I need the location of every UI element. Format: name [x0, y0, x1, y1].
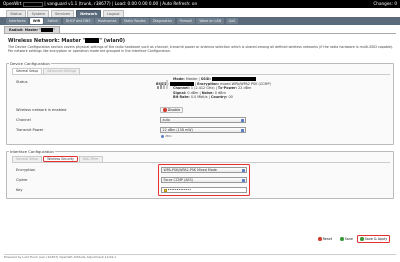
reset-button[interactable]: Reset [316, 236, 334, 242]
iface-config-legend: Interface Configuration [9, 149, 55, 154]
page-title-suffix: " (wlan0) [99, 38, 126, 44]
subtab-hostnames[interactable]: Hostnames [94, 18, 120, 24]
tab-divider [12, 162, 390, 163]
disable-button-label: Disable [167, 108, 181, 112]
device-config-panel [6, 63, 394, 145]
auto-refresh-toggle[interactable]: on [192, 1, 197, 6]
chevron-down-icon [240, 118, 244, 123]
iface-config-tabs: General Setup Wireless Security MAC-Filt… [12, 156, 103, 162]
key-label: Key [16, 188, 23, 192]
subtab-static-routes[interactable]: Static Routes [120, 18, 149, 24]
cipher-select[interactable]: Force CCMP (AES) [161, 177, 247, 183]
subtab-diagnostics[interactable]: Diagnostics [150, 18, 176, 24]
subtab-wake-on-lan[interactable]: Wake on LAN [196, 18, 225, 24]
channel-value: auto [162, 118, 170, 122]
footer: Powered by LuCI Trunk (svn-r10457) OpenW… [4, 255, 117, 259]
hostname: OpenWrt [3, 1, 22, 6]
hostname-redacted [22, 1, 43, 7]
txpower-hint: dBm [161, 134, 172, 138]
tab-wireless-security[interactable]: Wireless Security [43, 156, 78, 162]
key-input[interactable]: ••••••••••••• [161, 187, 247, 193]
key-value: ••••••••••••• [167, 188, 192, 192]
save-icon [340, 237, 344, 241]
page-title-prefix: Wireless Network: Master " [8, 38, 86, 44]
subtab-qos[interactable]: QoS [225, 18, 239, 24]
channel-select[interactable]: auto [160, 117, 246, 123]
channel-label: Channel [16, 118, 31, 122]
txpower-label: Transmit Power [16, 128, 44, 132]
cipher-value: Force CCMP (AES) [163, 178, 193, 182]
subtab-interfaces[interactable]: Interfaces [6, 18, 29, 24]
enabled-label: Wireless network is enabled [16, 108, 67, 112]
status-label: Status [16, 80, 28, 84]
tab-divider [4, 33, 396, 34]
main-menu: Status System Services Network Logout [0, 8, 400, 17]
tab-logout[interactable]: Logout [103, 10, 124, 17]
subtab-switch[interactable]: Switch [44, 18, 62, 24]
info-icon [161, 134, 164, 138]
cipher-label: Cipher [16, 178, 28, 182]
tab-network[interactable]: Network [75, 10, 102, 17]
tab-status[interactable]: Status [6, 10, 26, 17]
apply-icon [360, 237, 364, 241]
system-info: | vanguard v1.1 (trunk, r38677) | Load: … [44, 1, 191, 6]
tab-divider [12, 73, 390, 75]
subtab-wifi[interactable]: Wifi [29, 18, 44, 24]
chevron-down-icon [240, 128, 244, 133]
save-button[interactable]: Save [338, 236, 355, 242]
device-tab-suffix: " [52, 28, 55, 32]
page-title: Wireless Network: Master " " (wlan0) [8, 38, 125, 44]
ssid-redacted [85, 38, 100, 43]
device-config-legend: Device Configuration [9, 61, 51, 66]
ssid-redacted [212, 77, 257, 81]
status-box: Mode: Master | SSID: BSSID: | Encryption… [156, 77, 336, 100]
reset-icon [318, 237, 322, 241]
save-button-label: Save [344, 237, 353, 241]
save-apply-button[interactable]: Save & Apply [357, 235, 391, 243]
reset-button-label: Reset [322, 237, 333, 241]
device-tab-label: Radio0: Master " [9, 28, 41, 32]
ssid-redacted [40, 28, 53, 32]
encryption-select[interactable]: WPA-PSK/WPA2-PSK Mixed Mode [161, 167, 247, 173]
tab-system[interactable]: System [27, 10, 50, 17]
chevron-down-icon [241, 178, 245, 183]
encryption-label: Encryption [16, 168, 36, 172]
top-status-bar: OpenWrt | vanguard v1.1 (trunk, r38677) … [0, 0, 400, 8]
disable-icon [163, 108, 167, 112]
tab-mac-filter[interactable]: MAC-Filter [78, 156, 103, 162]
key-reveal-icon[interactable] [163, 188, 167, 192]
subtab-dhcp-dns[interactable]: DHCP and DNS [62, 18, 94, 24]
changes-counter[interactable]: Changes: 0 [373, 0, 397, 8]
status-line-5: Bit Rate: 0.0 Mbit/s | Country: 00 [173, 95, 233, 99]
subtab-firewall[interactable]: Firewall [176, 18, 195, 24]
tab-iface-general-setup[interactable]: General Setup [12, 156, 43, 162]
txpower-select[interactable]: 22 dBm (158 mW) [160, 127, 246, 133]
chevron-down-icon [241, 168, 245, 173]
page-description: The Device Configuration section covers … [8, 45, 394, 54]
tab-services[interactable]: Services [50, 10, 75, 17]
bssid-redacted [169, 81, 194, 86]
save-apply-button-label: Save & Apply [364, 237, 388, 241]
sub-menu: Interfaces Wifi Switch DHCP and DNS Host… [0, 17, 400, 25]
txpower-value: 22 dBm (158 mW) [162, 128, 193, 132]
disable-button[interactable]: Disable [160, 107, 184, 113]
device-tab[interactable]: Radio0: Master " " [4, 26, 60, 33]
encryption-value: WPA-PSK/WPA2-PSK Mixed Mode [163, 168, 217, 172]
signal-icon [156, 79, 170, 90]
